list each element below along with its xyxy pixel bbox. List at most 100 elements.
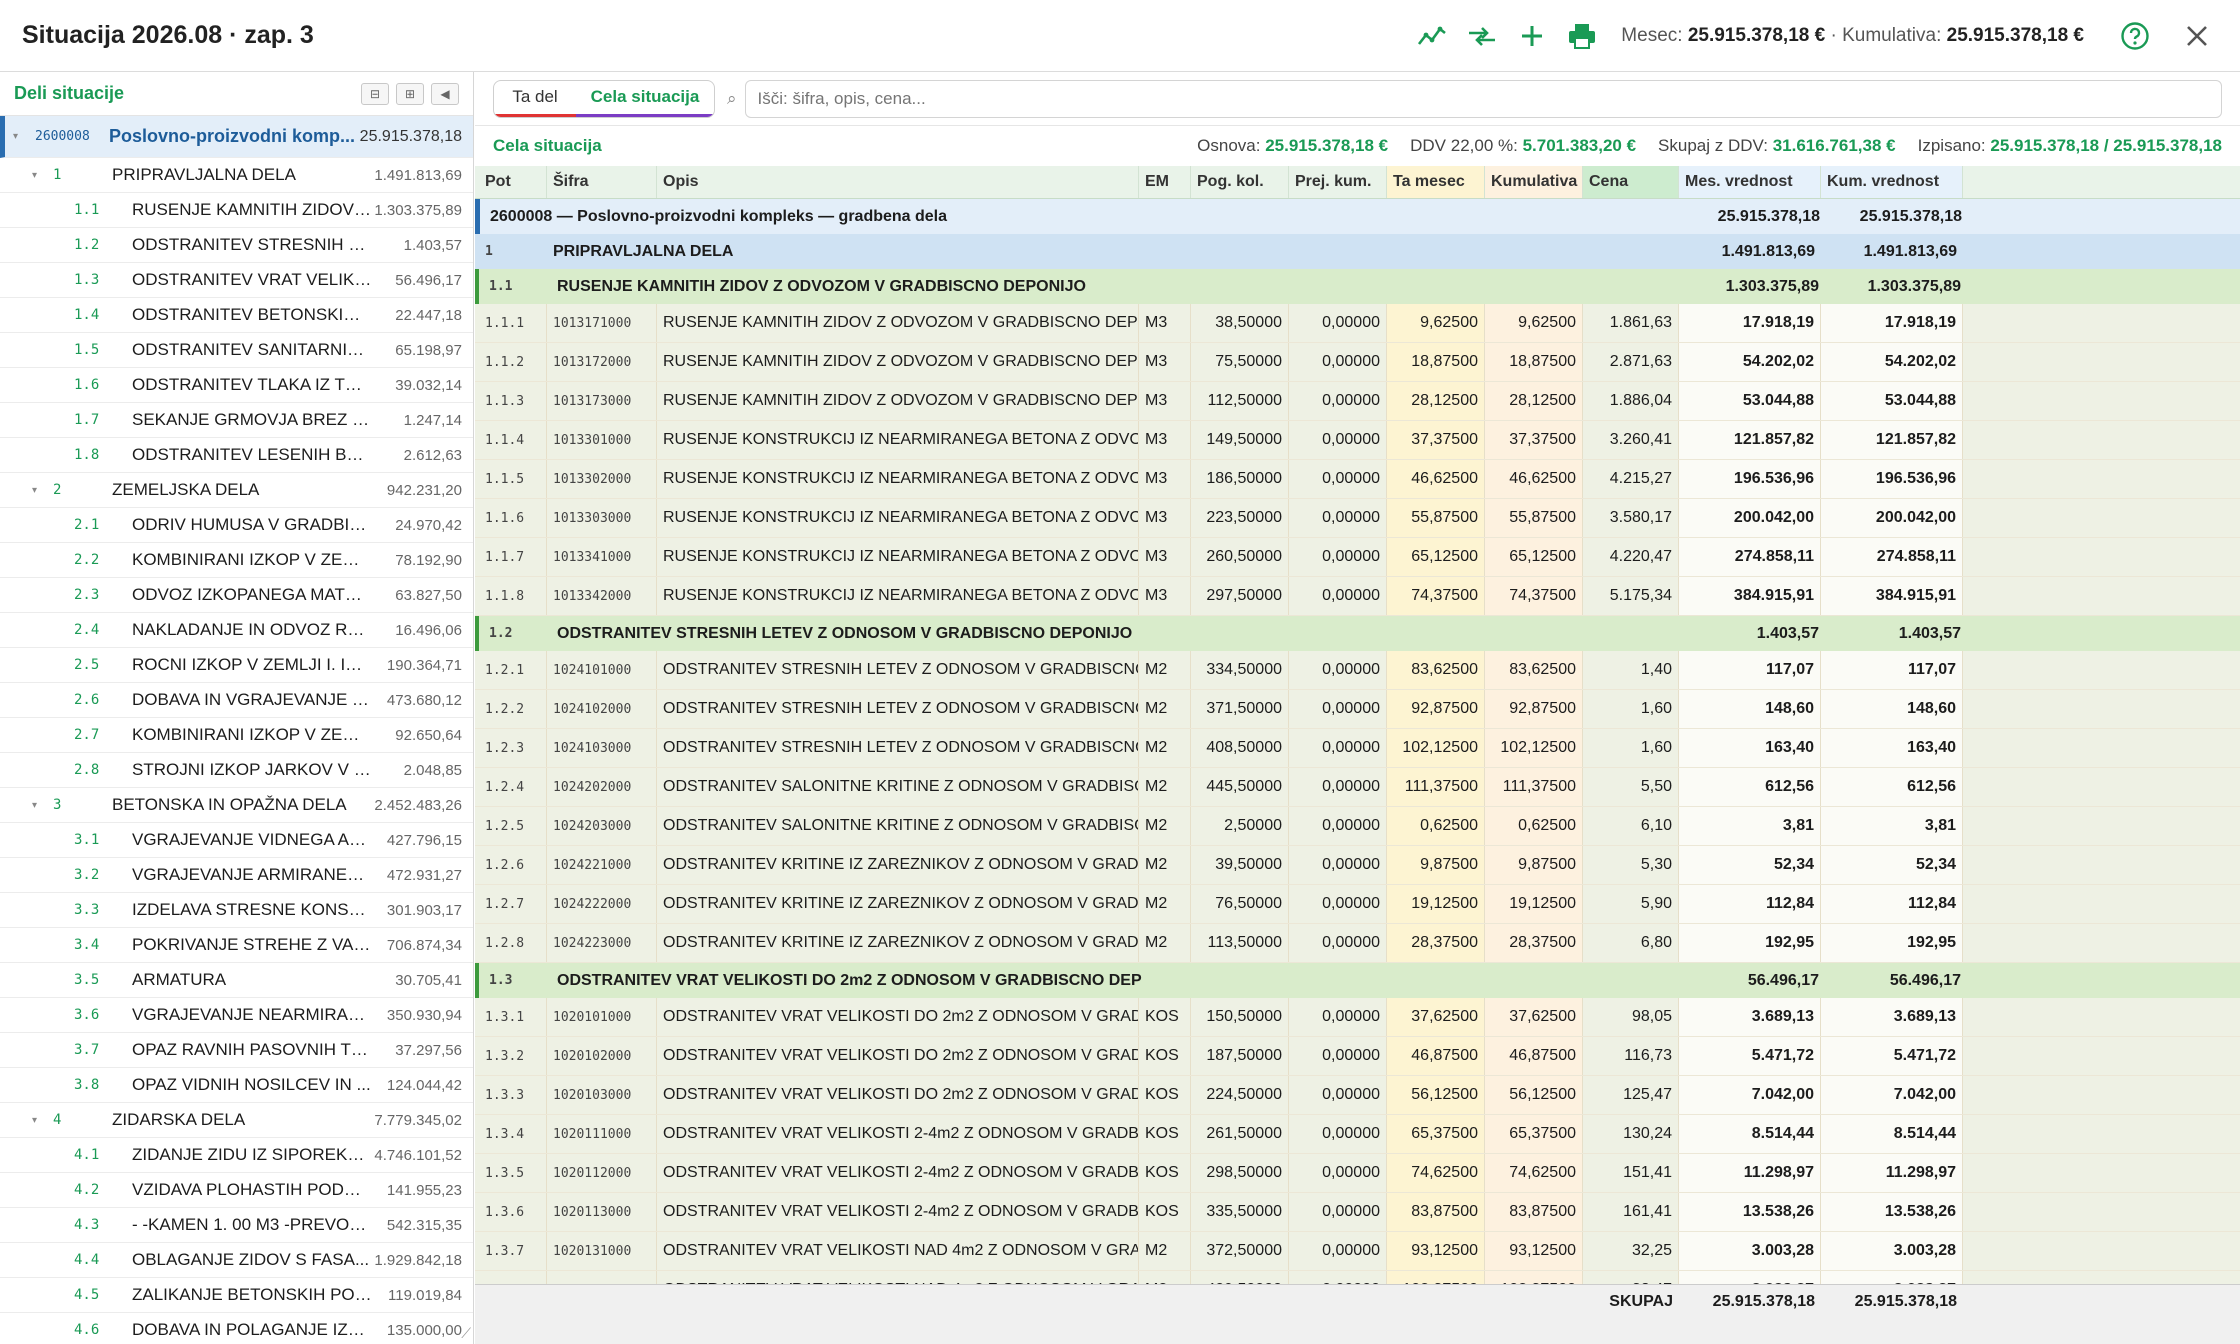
- collapse-all-icon[interactable]: ⊟: [361, 82, 389, 105]
- chevron-down-icon[interactable]: ▾: [32, 1115, 37, 1126]
- tree-item[interactable]: 1.7 SEKANJE GRMOVJA BREZ ODS... 1.247,14: [0, 403, 473, 438]
- column-header[interactable]: Šifra: [547, 166, 657, 198]
- tree-item[interactable]: 2.1 ODRIV HUMUSA V GRADBISC... 24.970,42: [0, 508, 473, 543]
- root-row[interactable]: 2600008 — Poslovno-proizvodni kompleks —…: [475, 199, 2240, 234]
- table-row[interactable]: 1.2.6 1024221000 ODSTRANITEV KRITINE IZ ZA…: [475, 846, 2240, 885]
- chevron-down-icon[interactable]: ▾: [13, 131, 18, 142]
- hide-sidebar-icon[interactable]: ◀: [431, 82, 459, 105]
- table-row[interactable]: 1.3.1 1020101000 ODSTRANITEV VRAT VELIKOST…: [475, 998, 2240, 1037]
- tree-item[interactable]: 2.6 DOBAVA IN VGRAJEVANJE T... 473.680,12: [0, 683, 473, 718]
- tree-item[interactable]: 3.7 OPAZ RAVNIH PASOVNIH TE... 37.297,56: [0, 1033, 473, 1068]
- column-header[interactable]: Cena: [1583, 166, 1679, 198]
- tab-cela-situacija[interactable]: Cela situacija: [576, 81, 714, 117]
- tree-item[interactable]: 4.3 - -KAMEN 1. 00 M3 -PREVOZ... 542.315,3…: [0, 1208, 473, 1243]
- table-row[interactable]: 1.1.3 1013173000 RUSENJE KAMNITIH ZIDOV Z …: [475, 382, 2240, 421]
- table-row[interactable]: 1.2.7 1024222000 ODSTRANITEV KRITINE IZ ZA…: [475, 885, 2240, 924]
- help-icon[interactable]: [2110, 0, 2160, 72]
- column-header[interactable]: Ta mesec: [1387, 166, 1485, 198]
- group-row[interactable]: 1.2 ODSTRANITEV STRESNIH LETEV Z ODNOSOM …: [475, 616, 2240, 651]
- table-row[interactable]: 1.2.8 1024223000 ODSTRANITEV KRITINE IZ ZA…: [475, 924, 2240, 963]
- tree-section[interactable]: ▾ 3 BETONSKA IN OPAŽNA DELA 2.452.483,26: [0, 788, 473, 823]
- table-row[interactable]: 1.3.7 1020131000 ODSTRANITEV VRAT VELIKOST…: [475, 1232, 2240, 1271]
- table-row[interactable]: 1.1.6 1013303000 RUSENJE KONSTRUKCIJ IZ NE…: [475, 499, 2240, 538]
- tree-section[interactable]: ▾ 2 ZEMELJSKA DELA 942.231,20: [0, 473, 473, 508]
- cell-kum-vrednost: 5.471,72: [1821, 1037, 1963, 1075]
- section-row[interactable]: 1 PRIPRAVLJALNA DELA 1.491.813,69 1.491.813…: [475, 234, 2240, 269]
- column-header[interactable]: Kum. vrednost: [1821, 166, 1963, 198]
- tree-label: STROJNI IZKOP JARKOV V ZEM...: [132, 760, 372, 779]
- tree-item[interactable]: 2.7 KOMBINIRANI IZKOP V ZEMLJ... 92.650,64: [0, 718, 473, 753]
- table-row[interactable]: 1.1.8 1013342000 RUSENJE KONSTRUKCIJ IZ NE…: [475, 577, 2240, 616]
- table-row[interactable]: 1.1.5 1013302000 RUSENJE KONSTRUKCIJ IZ NE…: [475, 460, 2240, 499]
- tree-item[interactable]: 4.5 ZALIKANJE BETONSKIH POV... 119.019,84: [0, 1278, 473, 1313]
- tree-item[interactable]: 1.8 ODSTRANITEV LESENIH BLAZI... 2.612,63: [0, 438, 473, 473]
- chevron-down-icon[interactable]: ▾: [32, 170, 37, 181]
- table-row[interactable]: 1.1.7 1013341000 RUSENJE KONSTRUKCIJ IZ NE…: [475, 538, 2240, 577]
- tree-item[interactable]: 2.8 STROJNI IZKOP JARKOV V ZEM... 2.048,85: [0, 753, 473, 788]
- tree-item[interactable]: 1.5 ODSTRANITEV SANITARNIH P... 65.198,97: [0, 333, 473, 368]
- tree-item[interactable]: 1.4 ODSTRANITEV BETONSKIH PL... 22.447,18: [0, 298, 473, 333]
- tree-item[interactable]: 3.1 VGRAJEVANJE VIDNEGA AR... 427.796,15: [0, 823, 473, 858]
- table-row[interactable]: 1.2.4 1024202000 ODSTRANITEV SALONITNE KRI…: [475, 768, 2240, 807]
- cell-opis: ODSTRANITEV VRAT VELIKOSTI DO 2m2 Z ODNO…: [657, 998, 1139, 1036]
- chart-icon[interactable]: [1407, 0, 1457, 72]
- printer-icon[interactable]: [1557, 0, 1607, 72]
- group-row[interactable]: 1.1 RUSENJE KAMNITIH ZIDOV Z ODVOZOM V GR…: [475, 269, 2240, 304]
- table-row[interactable]: 1.2.3 1024103000 ODSTRANITEV STRESNIH LETE…: [475, 729, 2240, 768]
- group-row[interactable]: 1.3 ODSTRANITEV VRAT VELIKOSTI DO 2m2 Z O…: [475, 963, 2240, 998]
- table-row[interactable]: 1.3.2 1020102000 ODSTRANITEV VRAT VELIKOST…: [475, 1037, 2240, 1076]
- tree-item[interactable]: 2.4 NAKLADANJE IN ODVOZ RUS... 16.496,06: [0, 613, 473, 648]
- chevron-down-icon[interactable]: ▾: [32, 800, 37, 811]
- column-header[interactable]: Opis: [657, 166, 1139, 198]
- tree-item[interactable]: 3.4 POKRIVANJE STREHE Z VALO... 706.874,34: [0, 928, 473, 963]
- tree-item[interactable]: 3.2 VGRAJEVANJE ARMIRANEGA... 472.931,27: [0, 858, 473, 893]
- column-header[interactable]: EM: [1139, 166, 1191, 198]
- tree-section[interactable]: ▾ 1 PRIPRAVLJALNA DELA 1.491.813,69: [0, 158, 473, 193]
- cell-ta-mesec: 46,62500: [1387, 460, 1485, 498]
- table-row[interactable]: 1.2.5 1024203000 ODSTRANITEV SALONITNE KRI…: [475, 807, 2240, 846]
- tree-item[interactable]: 2.3 ODVOZ IZKOPANEGA MATERI... 63.827,50: [0, 578, 473, 613]
- tree-item[interactable]: 4.2 VZIDAVA PLOHASTIH PODBO... 141.955,23: [0, 1173, 473, 1208]
- table-row[interactable]: 1.1.1 1013171000 RUSENJE KAMNITIH ZIDOV Z …: [475, 304, 2240, 343]
- table-row[interactable]: 1.1.4 1013301000 RUSENJE KONSTRUKCIJ IZ NE…: [475, 421, 2240, 460]
- cell-kumulativa: 83,62500: [1485, 651, 1583, 689]
- chevron-down-icon[interactable]: ▾: [32, 485, 37, 496]
- table-row[interactable]: 1.1.2 1013172000 RUSENJE KAMNITIH ZIDOV Z …: [475, 343, 2240, 382]
- search-input[interactable]: [744, 79, 2222, 118]
- compare-icon[interactable]: [1457, 0, 1507, 72]
- tree-item[interactable]: 1.2 ODSTRANITEV STRESNIH LETE... 1.403,57: [0, 228, 473, 263]
- tree-root[interactable]: ▾ 2600008 Poslovno-proizvodni komp... 25.91…: [0, 116, 473, 158]
- close-icon[interactable]: [2172, 0, 2222, 72]
- table-row[interactable]: 1.3.5 1020112000 ODSTRANITEV VRAT VELIKOST…: [475, 1154, 2240, 1193]
- table-row[interactable]: 1.3.6 1020113000 ODSTRANITEV VRAT VELIKOST…: [475, 1193, 2240, 1232]
- tree-item[interactable]: 1.6 ODSTRANITEV TLAKA IZ TERA... 39.032,14: [0, 368, 473, 403]
- tree-item[interactable]: 3.5 ARMATURA 30.705,41: [0, 963, 473, 998]
- column-header[interactable]: Mes. vrednost: [1679, 166, 1821, 198]
- tree-item[interactable]: 4.6 DOBAVA IN POLAGANJE IZO... 135.000,00: [0, 1313, 473, 1344]
- table-row[interactable]: 1.3.4 1020111000 ODSTRANITEV VRAT VELIKOST…: [475, 1115, 2240, 1154]
- tree-item[interactable]: 3.8 OPAZ VIDNIH NOSILCEV IN ... 124.044,42: [0, 1068, 473, 1103]
- tree-item[interactable]: 4.4 OBLAGANJE ZIDOV S FASA... 1.929.842,18: [0, 1243, 473, 1278]
- table-row[interactable]: 1.3.3 1020103000 ODSTRANITEV VRAT VELIKOST…: [475, 1076, 2240, 1115]
- tree-item[interactable]: 4.1 ZIDANJE ZIDU IZ SIPOREKS... 4.746.101,…: [0, 1138, 473, 1173]
- column-header[interactable]: Pot: [479, 166, 547, 198]
- plus-icon[interactable]: [1507, 0, 1557, 72]
- tree-item[interactable]: 3.6 VGRAJEVANJE NEARMIRANE... 350.930,94: [0, 998, 473, 1033]
- tree-item[interactable]: 2.2 KOMBINIRANI IZKOP V ZEMLJ... 78.192,90: [0, 543, 473, 578]
- table-row[interactable]: 1.2.1 1024101000 ODSTRANITEV STRESNIH LETE…: [475, 651, 2240, 690]
- table-row[interactable]: 1.2.2 1024102000 ODSTRANITEV STRESNIH LETE…: [475, 690, 2240, 729]
- cell-pot: 1.2.5: [479, 807, 547, 845]
- expand-all-icon[interactable]: ⊞: [396, 82, 424, 105]
- column-header[interactable]: Kumulativa: [1485, 166, 1583, 198]
- column-header[interactable]: Pog. kol.: [1191, 166, 1289, 198]
- tree-item[interactable]: 1.3 ODSTRANITEV VRAT VELIKOS... 56.496,17: [0, 263, 473, 298]
- tree-item[interactable]: 2.5 ROCNI IZKOP V ZEMLJI I. IN I... 190.36…: [0, 648, 473, 683]
- tree-item[interactable]: 1.1 RUSENJE KAMNITIH ZIDOV ... 1.303.375,8…: [0, 193, 473, 228]
- column-header[interactable]: Prej. kum.: [1289, 166, 1387, 198]
- tab-ta-del[interactable]: Ta del: [494, 81, 576, 117]
- tree-item[interactable]: 3.3 IZDELAVA STRESNE KONSTR... 301.903,17: [0, 893, 473, 928]
- cell-šifra: 1024222000: [547, 885, 657, 923]
- resize-handle-icon[interactable]: ⟋: [461, 1325, 471, 1342]
- tree-section[interactable]: ▾ 4 ZIDARSKA DELA 7.779.345,02: [0, 1103, 473, 1138]
- row-kum-value: 1.491.813,69: [1863, 242, 1957, 260]
